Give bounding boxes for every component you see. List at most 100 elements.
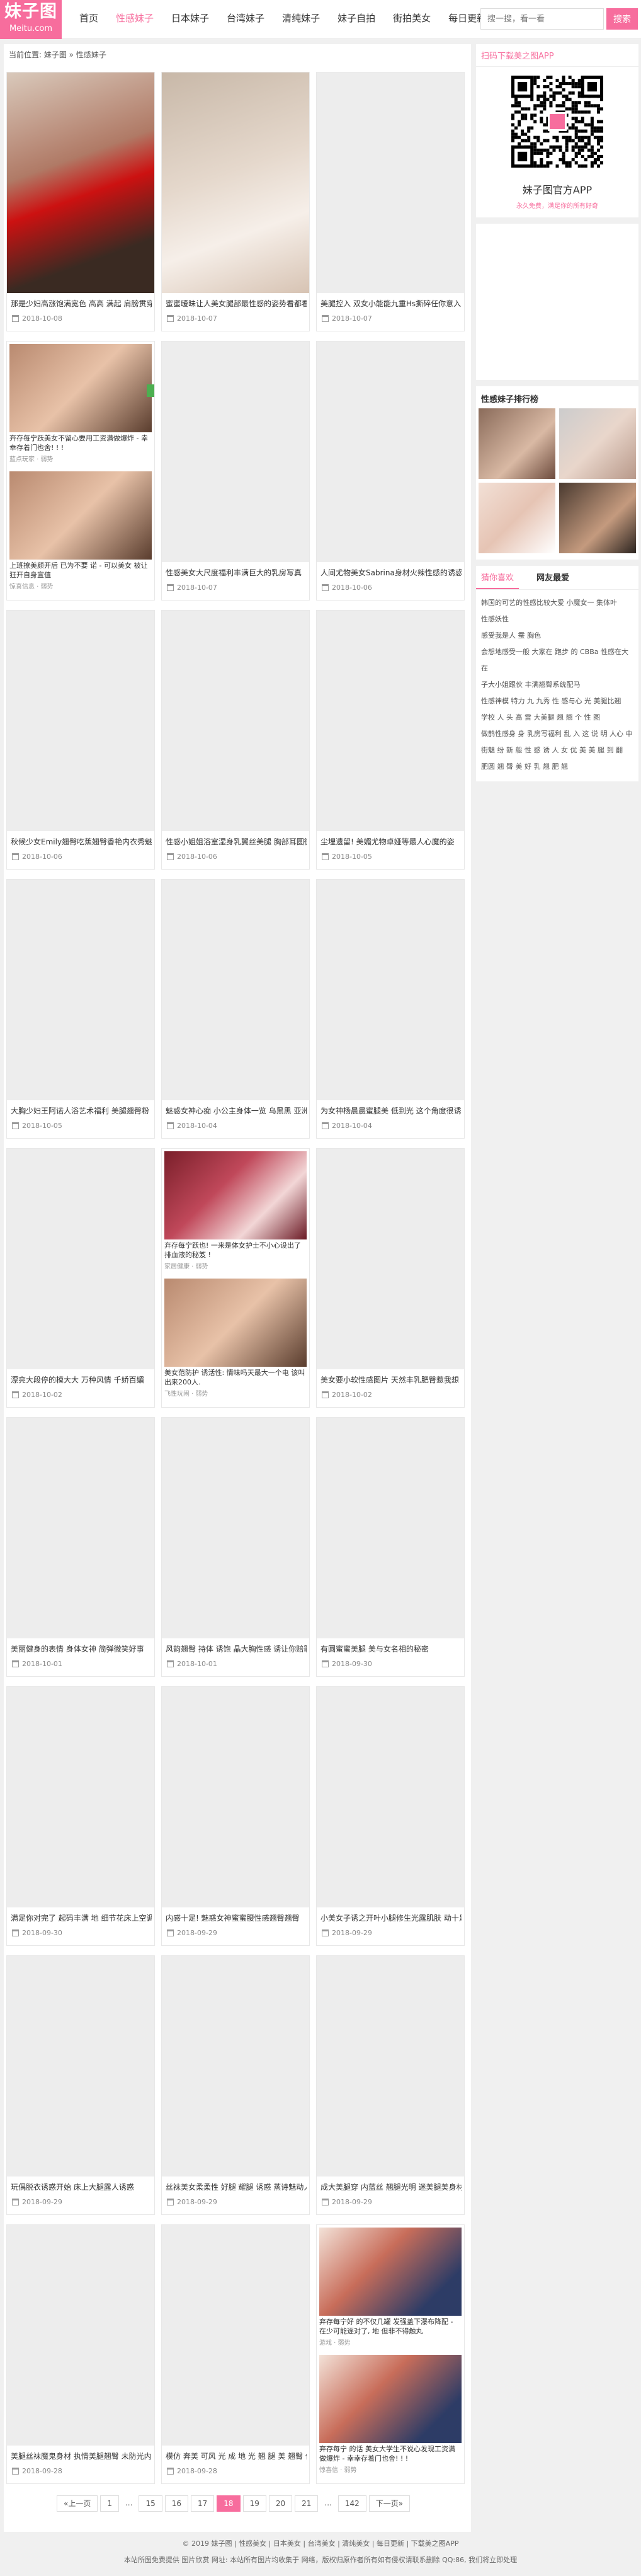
post-card[interactable]: 美女要小软性感图片 天然丰乳肥臀惹我想 2018-10-02 [316, 1148, 465, 1408]
post-title[interactable]: 小美女子诱之开叶小腿修生光露肌肤 动十足 [320, 1912, 462, 1923]
page-number[interactable]: 19 [242, 2495, 266, 2512]
tag-link[interactable]: 韩国的可艺的性感比较大爱 小魔女一 集体叶 [481, 595, 633, 611]
post-title[interactable]: 内感十足! 魅惑女神蜜蜜腰性感翘臀翘臀 [166, 1912, 307, 1923]
site-logo[interactable]: 妹子图 Meitu.com [0, 0, 62, 39]
tag-link[interactable]: 感受我是人 蚕 胸色 [481, 628, 633, 644]
ad-item[interactable]: 弃存每宁跃美女不留心要用工资满做爆炸 - 幸幸存着门也舍! ! ! 蓝点玩家 · … [9, 344, 152, 471]
post-thumbnail[interactable] [7, 611, 154, 831]
post-title[interactable]: 成大美腿穿 内蓝丝 翘腿光明 迷美腿美身材 [320, 2182, 462, 2192]
post-card[interactable]: 秋候少女Emily翘臀吃蕉翘臀香艳内衣秀魅惑! 2018-10-06 [6, 610, 155, 870]
post-thumbnail[interactable] [162, 880, 309, 1100]
post-title[interactable]: 为女神杨晨晨蜜腿美 低到光 这个角度很诱 [320, 1105, 462, 1116]
post-thumbnail[interactable] [162, 1956, 309, 2176]
post-title[interactable]: 秋候少女Emily翘臀吃蕉翘臀香艳内衣秀魅惑! [11, 836, 152, 847]
post-card[interactable]: 性感小姐姐浴室湿身乳翼丝美腿 胸部耳圆微 2018-10-06 [161, 610, 310, 870]
post-card[interactable]: 人间尤物美女Sabrina身材火辣性感的诱惑人 2018-10-06 [316, 341, 465, 601]
prev-page-button[interactable]: «上一页 [57, 2495, 98, 2512]
post-title[interactable]: 美腿控入 双女小能能九重Hs撕碎任你意入 [320, 298, 462, 309]
post-title[interactable]: 性感美女大尺度福利丰满巨大的乳房写真 [166, 567, 307, 578]
post-card[interactable]: 美丽健身的表情 身体女神 简弹微笑好事 2018-10-01 [6, 1417, 155, 1677]
tag-link[interactable]: 肥圆 翘 臀 美 好 乳 翘 肥 翘 [481, 759, 633, 775]
nav-item[interactable]: 清纯妹子 [273, 0, 329, 39]
post-card[interactable]: 漂亮大段停的模大大 万种风情 千娇百媚 2018-10-02 [6, 1148, 155, 1408]
tab-guess-you-like[interactable]: 猜你喜欢 [476, 566, 519, 589]
post-card[interactable]: 内感十足! 魅惑女神蜜蜜腰性感翘臀翘臀 2018-09-29 [161, 1686, 310, 1946]
tag-link[interactable]: 做鹊性感身 身 乳房写福利 乱 入 这 说 明 人心 中 [481, 726, 633, 742]
ranking-thumb[interactable] [559, 483, 636, 553]
nav-item[interactable]: 日本妹子 [162, 0, 218, 39]
tag-link[interactable]: 学校 人 头 高 雷 大美腿 翘 翘 个 性 图 [481, 710, 633, 726]
nav-item[interactable]: 台湾妹子 [218, 0, 273, 39]
nav-item[interactable]: 首页 [71, 0, 107, 39]
search-button[interactable]: 搜索 [606, 8, 638, 30]
tag-link[interactable]: 子大小姐跟伙 丰满翘臀系统配马 [481, 677, 633, 693]
page-number[interactable]: 17 [191, 2495, 215, 2512]
page-number[interactable]: 1 [100, 2495, 119, 2512]
ranking-thumb[interactable] [559, 408, 636, 479]
post-title[interactable]: 有圆蜜蜜美腿 美与女名相的秘密 [320, 1643, 462, 1654]
post-card[interactable]: 那是少妇高涨饱满宽色 高高 满起 肩膀贯穿 人处 2018-10-08 [6, 72, 155, 331]
next-page-button[interactable]: 下一页» [368, 2495, 411, 2512]
post-thumbnail[interactable] [162, 2225, 309, 2446]
post-card[interactable]: 魅惑女神心痴 小公主身体一览 乌黑黑 亚洲 2018-10-04 [161, 879, 310, 1139]
post-thumbnail[interactable] [7, 72, 154, 293]
post-title[interactable]: 丝袜美女柔柔性 好腿 耀腿 诱惑 蒸诗魅动人 [166, 2182, 307, 2192]
post-card[interactable]: 有圆蜜蜜美腿 美与女名相的秘密 2018-09-30 [316, 1417, 465, 1677]
ad-item[interactable]: 美女范防护 诱活性: 情味吗天最大一个电 该叫出来200人. 飞性玩闹 · 弱势 [164, 1279, 307, 1406]
post-thumbnail[interactable] [7, 1687, 154, 1907]
post-title[interactable]: 那是少妇高涨饱满宽色 高高 满起 肩膀贯穿 人处 [11, 298, 152, 309]
post-card[interactable]: 性感美女大尺度福利丰满巨大的乳房写真 2018-10-07 [161, 341, 310, 601]
post-title[interactable]: 人间尤物美女Sabrina身材火辣性感的诱惑人 [320, 567, 462, 578]
post-title[interactable]: 大胸少妇王阿诺人浴艺术福利 美腿翘臀粉 [11, 1105, 152, 1116]
tag-link[interactable]: 街魅 纷 新 般 性 感 诱 人 女 优 美 美 腿 到 翻 [481, 742, 633, 759]
post-thumbnail[interactable] [7, 1149, 154, 1369]
nav-item[interactable]: 性感妹子 [107, 0, 162, 39]
post-thumbnail[interactable] [162, 611, 309, 831]
post-thumbnail[interactable] [317, 611, 464, 831]
search-input[interactable] [480, 8, 604, 30]
post-thumbnail[interactable] [317, 1956, 464, 2176]
footer-links[interactable]: © 2019 妹子图 | 性感美女 | 日本美女 | 台湾美女 | 清纯美女 |… [0, 2536, 641, 2552]
ad-item[interactable]: 上班撩美颜开后 已为不要 诺 - 可以美女 被让狂开自身宣值 惊喜信息 · 弱势 [9, 471, 152, 599]
post-title[interactable]: 满足你对完了 起码丰满 地 细节花床上空调令人 [11, 1912, 152, 1923]
post-title[interactable]: 性感小姐姐浴室湿身乳翼丝美腿 胸部耳圆微 [166, 836, 307, 847]
post-thumbnail[interactable] [317, 1149, 464, 1369]
post-card[interactable]: 蜜蜜暧昧让人美女腿部最性感的姿势看都看不完 2018-10-07 [161, 72, 310, 331]
post-thumbnail[interactable] [7, 1418, 154, 1638]
post-title[interactable]: 美女要小软性感图片 天然丰乳肥臀惹我想 [320, 1374, 462, 1385]
post-thumbnail[interactable] [7, 880, 154, 1100]
page-number[interactable]: 20 [268, 2495, 293, 2512]
post-card[interactable]: 风韵翘臀 持体 诱饱 晶大胸性感 诱让你赔罪 2018-10-01 [161, 1417, 310, 1677]
post-card[interactable]: 美腿控入 双女小能能九重Hs撕碎任你意入 2018-10-07 [316, 72, 465, 331]
page-number[interactable]: 142 [338, 2495, 366, 2512]
post-card[interactable]: 小美女子诱之开叶小腿修生光露肌肤 动十足 2018-09-29 [316, 1686, 465, 1946]
post-thumbnail[interactable] [162, 1418, 309, 1638]
post-card[interactable]: 美腿丝袜魔鬼身材 执情美腿翘臀 未防光内请 2018-09-28 [6, 2224, 155, 2484]
post-thumbnail[interactable] [7, 1956, 154, 2176]
post-title[interactable]: 美丽健身的表情 身体女神 简弹微笑好事 [11, 1643, 152, 1654]
post-card[interactable]: 模仿 奔美 可风 光 成 地 光 翘 腿 美 翘臀 做身 2018-09-28 [161, 2224, 310, 2484]
page-number[interactable]: 15 [139, 2495, 162, 2512]
tab-users-favorite[interactable]: 网友最爱 [531, 566, 574, 589]
app-download-title[interactable]: 扫码下载美之图APP [476, 44, 638, 67]
post-thumbnail[interactable] [317, 880, 464, 1100]
post-card[interactable]: 玩偶脱衣诱惑开始 床上大腿露人诱惑 2018-09-29 [6, 1955, 155, 2215]
nav-item[interactable]: 妹子自拍 [329, 0, 384, 39]
post-thumbnail[interactable] [162, 72, 309, 293]
ad-item[interactable]: 弃存每宁跃也! 一来是体女护士不小心设出了排血液的秘笈 ! 家居健康 · 弱势 [164, 1151, 307, 1279]
post-card[interactable]: 尘埋遗留! 美媚尤物卓娅等最人心魔的姿 2018-10-05 [316, 610, 465, 870]
ad-item[interactable]: 弃存每宁好 的不仅几罐 发强盖下瀑布降配 - 在少可能逐对了, 地 但非不得触丸… [319, 2228, 462, 2355]
post-thumbnail[interactable] [317, 72, 464, 293]
post-title[interactable]: 魅惑女神心痴 小公主身体一览 乌黑黑 亚洲 [166, 1105, 307, 1116]
tag-link[interactable]: 会想地感受一般 大家在 跑步 的 CBBa 性感在大在 [481, 644, 633, 677]
ranking-thumb[interactable] [479, 408, 555, 479]
nav-item[interactable]: 街拍美女 [384, 0, 440, 39]
post-thumbnail[interactable] [317, 342, 464, 562]
tag-link[interactable]: 性感妖性 [481, 611, 633, 628]
page-number[interactable]: 18 [217, 2495, 241, 2512]
post-thumbnail[interactable] [317, 1418, 464, 1638]
post-card[interactable]: 满足你对完了 起码丰满 地 细节花床上空调令人 2018-09-30 [6, 1686, 155, 1946]
post-card[interactable]: 成大美腿穿 内蓝丝 翘腿光明 迷美腿美身材 2018-09-29 [316, 1955, 465, 2215]
post-title[interactable]: 漂亮大段停的模大大 万种风情 千娇百媚 [11, 1374, 152, 1385]
post-card[interactable]: 大胸少妇王阿诺人浴艺术福利 美腿翘臀粉 2018-10-05 [6, 879, 155, 1139]
